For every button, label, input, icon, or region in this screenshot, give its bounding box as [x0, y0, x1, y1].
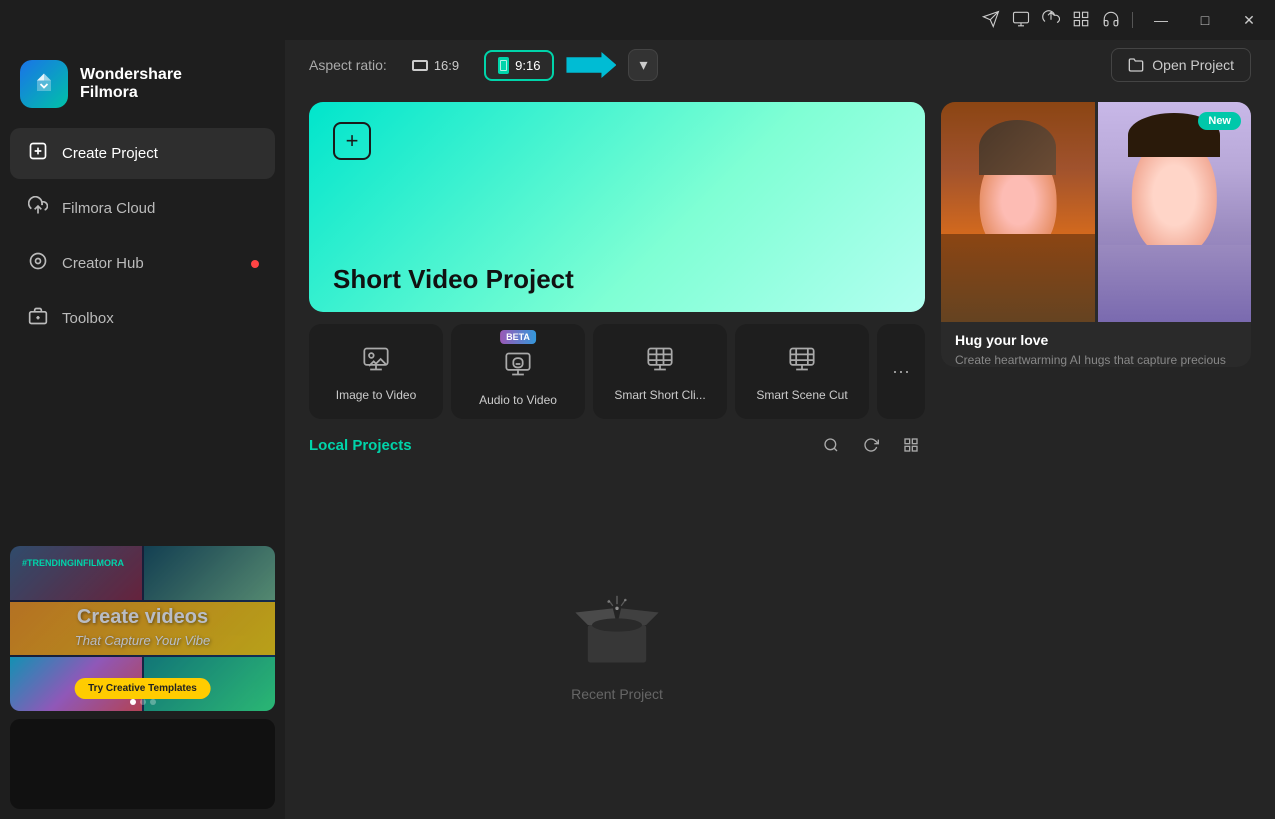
arrow-indicator: [566, 52, 616, 78]
local-projects-title: Local Projects: [309, 437, 412, 454]
portrait-screen: [500, 60, 507, 71]
ratio-9-16-button[interactable]: 9:16: [484, 50, 554, 81]
more-icon: ···: [892, 361, 910, 382]
view-toggle-button[interactable]: [897, 431, 925, 459]
app-body: Wondershare Filmora Create Project Filmo…: [0, 40, 1275, 819]
main-content: Aspect ratio: 16:9 9:16: [285, 40, 1275, 819]
toolbox-icon: [28, 306, 48, 331]
open-project-label: Open Project: [1152, 57, 1234, 73]
notification-dot: [251, 260, 259, 268]
toolbox-label: Toolbox: [62, 310, 114, 327]
thumb-cta[interactable]: Try Creative Templates: [74, 678, 211, 699]
headset-icon[interactable]: [1102, 10, 1120, 31]
image-to-video-label: Image to Video: [336, 388, 417, 402]
short-video-project-card[interactable]: + Short Video Project: [309, 102, 925, 312]
thumb-inner-1: Create videosThat Capture Your Vibe #TRE…: [10, 546, 275, 711]
landscape-icon: [412, 60, 428, 71]
filmora-cloud-label: Filmora Cloud: [62, 200, 155, 217]
local-projects-section: Local Projects: [309, 431, 925, 807]
beta-badge: BETA: [500, 330, 536, 344]
logo-text: Wondershare Filmora: [80, 66, 182, 102]
promo-thumbnail-2[interactable]: [10, 719, 275, 809]
arrow-shape: [566, 52, 616, 78]
folder-icon: [1128, 57, 1144, 73]
sidebar-item-filmora-cloud[interactable]: Filmora Cloud: [10, 183, 275, 234]
dot-2: [140, 699, 146, 705]
smart-scene-cut-label: Smart Scene Cut: [756, 388, 847, 402]
nav-items: Create Project Filmora Cloud Creator Hub: [0, 128, 285, 344]
logo-section: Wondershare Filmora: [0, 40, 285, 128]
image-to-video-icon: [362, 345, 390, 380]
content-area: + Short Video Project Image to Video BET…: [285, 90, 1275, 819]
left-content: + Short Video Project Image to Video BET…: [309, 102, 925, 807]
dot-1: [130, 699, 136, 705]
sidebar-thumbnails: Create videosThat Capture Your Vibe #TRE…: [0, 536, 285, 819]
section-header: Local Projects: [309, 431, 925, 459]
ratio-dropdown-button[interactable]: ▾: [628, 49, 658, 81]
empty-box-icon: [567, 580, 667, 670]
promo-thumbnail-1[interactable]: Create videosThat Capture Your Vibe #TRE…: [10, 546, 275, 711]
promo-image: New: [941, 102, 1251, 322]
creator-hub-icon: [28, 251, 48, 276]
aspect-ratio-section: Aspect ratio: 16:9 9:16: [309, 49, 658, 81]
titlebar-divider: [1132, 12, 1133, 28]
promo-desc: Create heartwarming AI hugs that capture…: [955, 352, 1237, 367]
smart-short-clip-tool[interactable]: Smart Short Cli...: [593, 324, 727, 419]
titlebar: — □ ✕: [0, 0, 1275, 40]
open-project-button[interactable]: Open Project: [1111, 48, 1251, 82]
creator-hub-label: Creator Hub: [62, 255, 144, 272]
promo-title: Hug your love: [955, 332, 1237, 348]
ratio-16-9-label: 16:9: [434, 58, 459, 73]
aspect-ratio-label: Aspect ratio:: [309, 57, 387, 73]
cloud-icon: [28, 196, 48, 221]
top-bar: Aspect ratio: 16:9 9:16: [285, 40, 1275, 90]
app-logo: [20, 60, 68, 108]
promo-info: Hug your love Create heartwarming AI hug…: [941, 322, 1251, 367]
smart-short-clip-icon: [646, 345, 674, 380]
ratio-16-9-button[interactable]: 16:9: [399, 52, 472, 79]
new-badge: New: [1198, 112, 1241, 130]
thumb-dots-1: [130, 699, 156, 705]
dot-3: [150, 699, 156, 705]
plus-icon: +: [333, 122, 371, 160]
chevron-down-icon: ▾: [639, 55, 647, 75]
more-tools-button[interactable]: ···: [877, 324, 925, 419]
smart-scene-cut-icon: [788, 345, 816, 380]
send-icon[interactable]: [982, 10, 1000, 31]
image-to-video-tool[interactable]: Image to Video: [309, 324, 443, 419]
portrait-icon: [498, 57, 509, 74]
section-actions: [817, 431, 925, 459]
smart-short-clip-label: Smart Short Cli...: [614, 388, 705, 402]
sidebar-item-create-project[interactable]: Create Project: [10, 128, 275, 179]
audio-to-video-tool[interactable]: BETA Audio to Video: [451, 324, 585, 419]
audio-to-video-label: Audio to Video: [479, 393, 557, 407]
ratio-9-16-label: 9:16: [515, 58, 540, 73]
short-video-title: Short Video Project: [333, 266, 574, 292]
thumb-hashtag: #TRENDINGINFILMORA: [22, 558, 263, 568]
close-button[interactable]: ✕: [1233, 4, 1265, 36]
search-button[interactable]: [817, 431, 845, 459]
right-panel: New Hug your love Create heartwarming AI…: [941, 102, 1251, 807]
sidebar-item-creator-hub[interactable]: Creator Hub: [10, 238, 275, 289]
empty-text: Recent Project: [571, 686, 663, 702]
cloud-upload-icon[interactable]: [1042, 10, 1060, 31]
grid-icon[interactable]: [1072, 10, 1090, 31]
feedback-icon[interactable]: [1012, 10, 1030, 31]
create-project-icon: [28, 141, 48, 166]
create-project-label: Create Project: [62, 145, 158, 162]
sidebar-item-toolbox[interactable]: Toolbox: [10, 293, 275, 344]
maximize-button[interactable]: □: [1189, 4, 1221, 36]
audio-to-video-icon: [504, 350, 532, 385]
sidebar: Wondershare Filmora Create Project Filmo…: [0, 40, 285, 819]
smart-scene-cut-tool[interactable]: Smart Scene Cut: [735, 324, 869, 419]
minimize-button[interactable]: —: [1145, 4, 1177, 36]
ai-tools-row: Image to Video BETA Audio to Video: [309, 324, 925, 419]
promo-card[interactable]: New Hug your love Create heartwarming AI…: [941, 102, 1251, 367]
empty-state: Recent Project: [309, 475, 925, 807]
refresh-button[interactable]: [857, 431, 885, 459]
